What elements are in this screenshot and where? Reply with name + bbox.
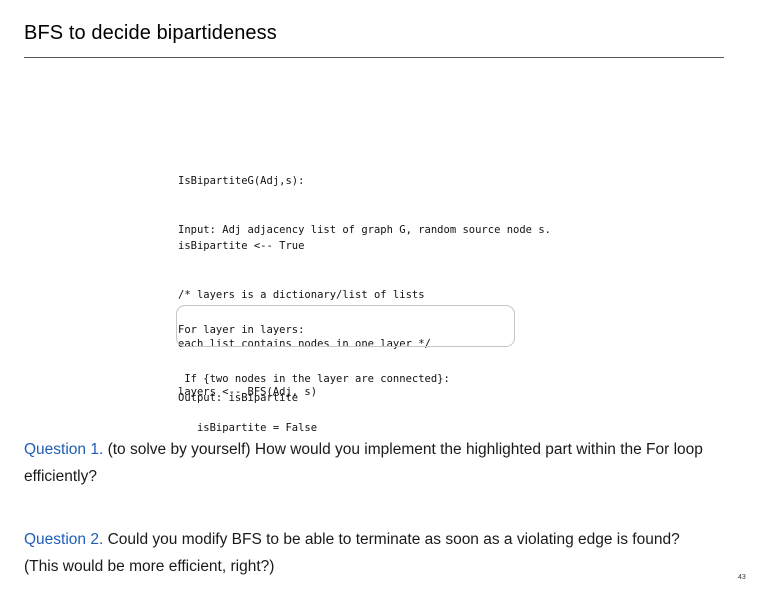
question-2-text: Could you modify BFS to be able to termi… <box>24 531 680 575</box>
title-divider <box>24 57 724 58</box>
code-line: For layer in layers: <box>178 324 305 337</box>
question-2-label: Question 2. <box>24 531 104 548</box>
slide-title: BFS to decide bipartideness <box>24 22 277 44</box>
question-1-label: Question 1. <box>24 441 104 458</box>
code-line: Output: isBipartite <box>178 392 299 405</box>
page-number: 43 <box>738 574 746 581</box>
question-1: Question 1. (to solve by yourself) How w… <box>24 436 714 490</box>
question-2: Question 2. Could you modify BFS to be a… <box>24 526 714 580</box>
code-block-output: Output: isBipartite <box>178 358 298 423</box>
code-line: IsBipartiteG(Adj,s): <box>178 175 305 188</box>
code-line: isBipartite <-- True <box>178 240 305 253</box>
question-1-text: (to solve by yourself) How would you imp… <box>24 441 703 485</box>
